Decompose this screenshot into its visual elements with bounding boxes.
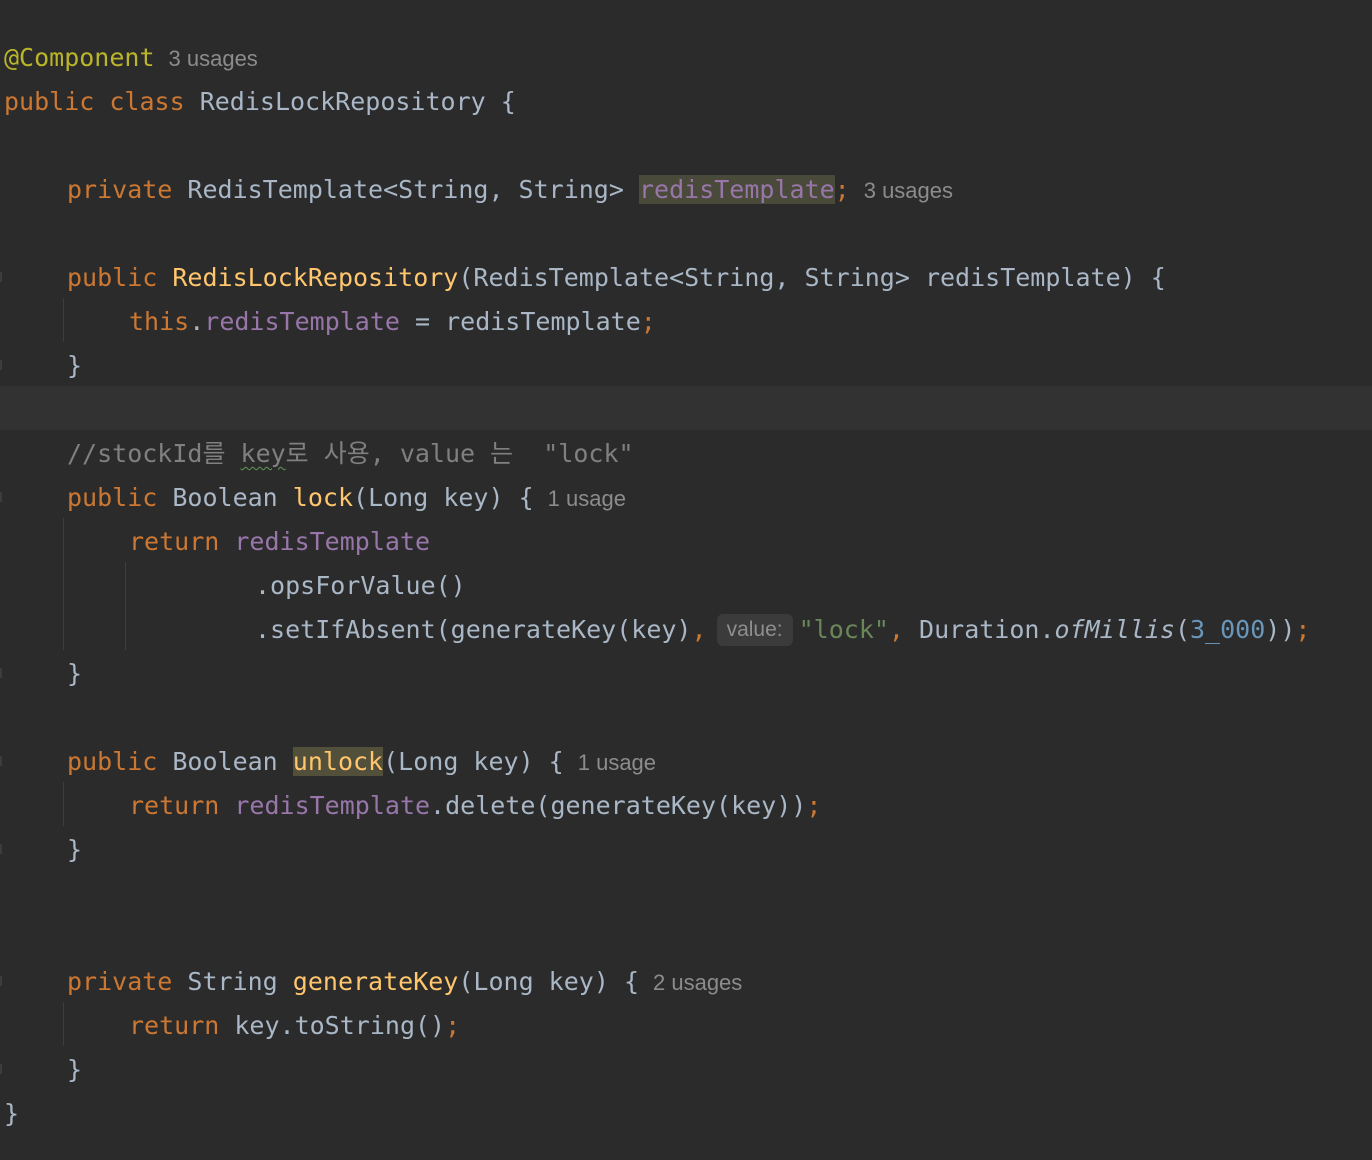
method-call: .delete(generateKey(key)) (430, 791, 807, 820)
indent-guide (63, 298, 64, 342)
field-reference: redisTemplate (204, 307, 400, 336)
method-name: lock (292, 483, 354, 512)
code-line-closing-brace[interactable]: } (67, 652, 82, 696)
keyword: public (67, 747, 158, 776)
indent-guide (63, 782, 64, 826)
current-line-highlight (0, 386, 1372, 430)
return-type: Boolean (172, 747, 278, 776)
return-type: String (187, 967, 278, 996)
constructor-params: (RedisTemplate<String, String> redisTemp… (458, 263, 1166, 292)
number-literal: 3_000 (1190, 615, 1266, 644)
usages-hint[interactable]: 3 usages (169, 46, 258, 71)
code-line-set-if-absent[interactable]: .setIfAbsent(generateKey(key), value: "loc… (255, 608, 1310, 652)
field-name: redisTemplate (638, 175, 835, 204)
fold-marker[interactable] (0, 492, 2, 502)
code-line-return-to-string[interactable]: return key.toString(); (129, 1004, 460, 1048)
keyword: return (129, 527, 220, 556)
code-line-field[interactable]: private RedisTemplate<String, String> re… (67, 168, 953, 212)
comment-text: 로 사용, value 는 "lock" (285, 439, 634, 468)
usages-hint[interactable]: 1 usage (578, 750, 656, 775)
fold-marker[interactable] (0, 844, 2, 854)
parameter-hint: value: (716, 614, 793, 646)
code-line-comment[interactable]: //stockId를 key로 사용, value 는 "lock" (67, 432, 634, 476)
usages-hint[interactable]: 1 usage (548, 486, 626, 511)
method-call: .setIfAbsent(generateKey(key) (255, 615, 692, 644)
field-reference: redisTemplate (234, 527, 431, 556)
indent-guide (63, 518, 64, 650)
string-literal: "lock" (798, 615, 889, 644)
method-call: key.toString() (234, 1011, 446, 1040)
code-line-return[interactable]: return redisTemplate (129, 520, 430, 564)
fold-marker[interactable] (0, 1064, 2, 1074)
static-method-call: ofMillis (1054, 615, 1175, 644)
indent-guide (125, 562, 126, 650)
fold-marker[interactable] (0, 272, 2, 282)
assignment-rhs: = redisTemplate (399, 307, 641, 336)
class-name: RedisLockRepository (199, 87, 486, 116)
code-line-ops-for-value[interactable]: .opsForValue() (255, 564, 466, 608)
method-params: (Long key) { (383, 747, 564, 776)
code-line-closing-brace[interactable]: } (67, 344, 82, 388)
keyword: return (129, 791, 220, 820)
fold-marker[interactable] (0, 976, 2, 986)
code-editor[interactable]: @Component 3 usages public class RedisLoc… (0, 0, 1372, 1160)
code-line-unlock-method[interactable]: public Boolean unlock(Long key) { 1 usage (67, 740, 656, 784)
keyword: return (129, 1011, 220, 1040)
code-line-constructor[interactable]: public RedisLockRepository(RedisTemplate… (67, 256, 1166, 300)
code-line-class-declaration[interactable]: public class RedisLockRepository { (4, 80, 516, 124)
keyword: class (109, 87, 185, 116)
keyword: private (67, 967, 173, 996)
usages-hint[interactable]: 3 usages (864, 178, 953, 203)
method-name: generateKey (292, 967, 459, 996)
code-line-assignment[interactable]: this.redisTemplate = redisTemplate; (129, 300, 656, 344)
fold-marker[interactable] (0, 668, 2, 678)
indent-guide (63, 1002, 64, 1046)
code-line-closing-brace[interactable]: } (67, 828, 82, 872)
code-line-annotation[interactable]: @Component 3 usages (4, 36, 258, 80)
method-call: .opsForValue() (255, 571, 466, 600)
class-reference: Duration. (919, 615, 1055, 644)
keyword: private (67, 175, 173, 204)
code-line-class-closing-brace[interactable]: } (4, 1092, 19, 1136)
comment-text: //stockId를 (67, 439, 241, 468)
fold-marker[interactable] (0, 360, 2, 370)
keyword: public (4, 87, 95, 116)
fold-marker[interactable] (0, 756, 2, 766)
field-reference: redisTemplate (234, 791, 431, 820)
usages-hint[interactable]: 2 usages (653, 970, 742, 995)
method-name: unlock (292, 747, 384, 776)
return-type: Boolean (172, 483, 278, 512)
code-line-closing-brace[interactable]: } (67, 1048, 82, 1092)
constructor-name: RedisLockRepository (172, 263, 459, 292)
keyword: public (67, 263, 158, 292)
keyword: public (67, 483, 158, 512)
keyword: this (129, 307, 190, 336)
comment-typo-word: key (240, 439, 286, 468)
method-params: (Long key) { (353, 483, 534, 512)
code-line-return-delete[interactable]: return redisTemplate.delete(generateKey(… (129, 784, 821, 828)
code-line-generate-key-method[interactable]: private String generateKey(Long key) { 2 … (67, 960, 742, 1004)
code-line-lock-method[interactable]: public Boolean lock(Long key) { 1 usage (67, 476, 626, 520)
field-type: RedisTemplate<String, String> (187, 175, 624, 204)
annotation: @Component (4, 43, 155, 72)
method-params: (Long key) { (458, 967, 639, 996)
